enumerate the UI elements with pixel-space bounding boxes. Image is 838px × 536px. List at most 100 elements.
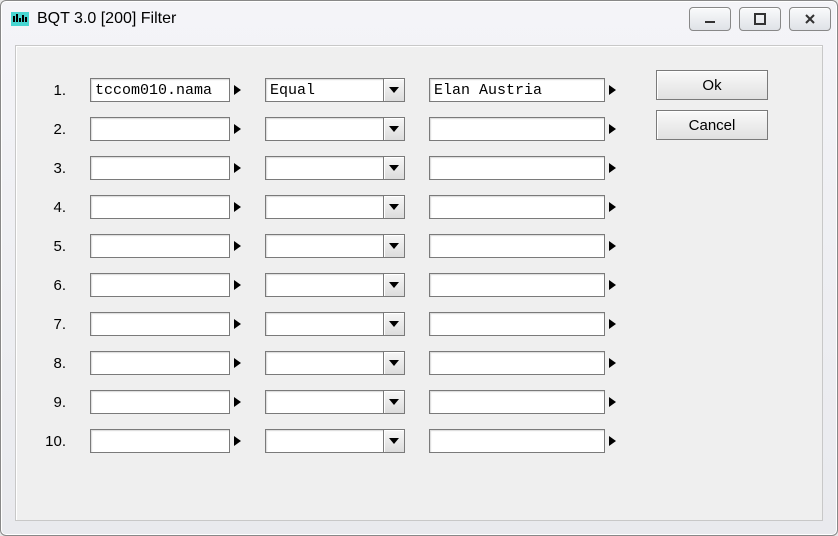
operator-input[interactable] bbox=[265, 351, 383, 375]
field-picker-icon[interactable] bbox=[234, 397, 241, 407]
operator-dropdown-button[interactable] bbox=[383, 195, 405, 219]
row-number: 4. bbox=[40, 199, 66, 216]
row-number: 5. bbox=[40, 238, 66, 255]
field-picker-icon[interactable] bbox=[234, 124, 241, 134]
field-picker-icon[interactable] bbox=[234, 163, 241, 173]
operator-combo bbox=[265, 234, 405, 258]
field-column-group bbox=[90, 156, 241, 180]
value-column-group bbox=[429, 195, 616, 219]
value-picker-icon[interactable] bbox=[609, 124, 616, 134]
operator-input[interactable] bbox=[265, 156, 383, 180]
field-input[interactable] bbox=[90, 78, 230, 102]
value-input[interactable] bbox=[429, 156, 605, 180]
field-picker-icon[interactable] bbox=[234, 280, 241, 290]
value-picker-icon[interactable] bbox=[609, 85, 616, 95]
operator-dropdown-button[interactable] bbox=[383, 351, 405, 375]
field-column-group bbox=[90, 117, 241, 141]
operator-dropdown-button[interactable] bbox=[383, 273, 405, 297]
operator-dropdown-button[interactable] bbox=[383, 234, 405, 258]
maximize-button[interactable] bbox=[739, 7, 781, 31]
value-input[interactable] bbox=[429, 195, 605, 219]
operator-dropdown-button[interactable] bbox=[383, 156, 405, 180]
operator-combo bbox=[265, 117, 405, 141]
field-picker-icon[interactable] bbox=[234, 202, 241, 212]
value-column-group bbox=[429, 156, 616, 180]
field-input[interactable] bbox=[90, 351, 230, 375]
minimize-button[interactable] bbox=[689, 7, 731, 31]
value-picker-icon[interactable] bbox=[609, 163, 616, 173]
value-picker-icon[interactable] bbox=[609, 202, 616, 212]
chevron-down-icon bbox=[389, 165, 399, 171]
operator-input[interactable] bbox=[265, 78, 383, 102]
close-button[interactable] bbox=[789, 7, 831, 31]
chevron-down-icon bbox=[389, 126, 399, 132]
field-column-group bbox=[90, 390, 241, 414]
value-picker-icon[interactable] bbox=[609, 280, 616, 290]
filter-row: 4. bbox=[40, 193, 616, 221]
field-column-group bbox=[90, 273, 241, 297]
field-column-group bbox=[90, 429, 241, 453]
chevron-down-icon bbox=[389, 360, 399, 366]
row-number: 1. bbox=[40, 82, 66, 99]
value-picker-icon[interactable] bbox=[609, 397, 616, 407]
operator-input[interactable] bbox=[265, 429, 383, 453]
operator-dropdown-button[interactable] bbox=[383, 390, 405, 414]
filter-row: 1. bbox=[40, 76, 616, 104]
filter-row: 6. bbox=[40, 271, 616, 299]
titlebar[interactable]: BQT 3.0 [200] Filter bbox=[1, 1, 837, 37]
row-number: 7. bbox=[40, 316, 66, 333]
value-input[interactable] bbox=[429, 78, 605, 102]
operator-dropdown-button[interactable] bbox=[383, 429, 405, 453]
field-input[interactable] bbox=[90, 117, 230, 141]
field-input[interactable] bbox=[90, 312, 230, 336]
value-input[interactable] bbox=[429, 312, 605, 336]
value-input[interactable] bbox=[429, 429, 605, 453]
operator-dropdown-button[interactable] bbox=[383, 78, 405, 102]
field-input[interactable] bbox=[90, 273, 230, 297]
operator-input[interactable] bbox=[265, 195, 383, 219]
field-column-group bbox=[90, 234, 241, 258]
value-column-group bbox=[429, 117, 616, 141]
field-input[interactable] bbox=[90, 429, 230, 453]
field-column-group bbox=[90, 351, 241, 375]
field-input[interactable] bbox=[90, 156, 230, 180]
value-input[interactable] bbox=[429, 351, 605, 375]
field-input[interactable] bbox=[90, 390, 230, 414]
operator-combo bbox=[265, 429, 405, 453]
window-title: BQT 3.0 [200] Filter bbox=[37, 10, 689, 28]
filter-window: BQT 3.0 [200] Filter 1.2.3.4.5.6.7.8.9.1… bbox=[0, 0, 838, 536]
field-picker-icon[interactable] bbox=[234, 85, 241, 95]
operator-combo bbox=[265, 351, 405, 375]
field-picker-icon[interactable] bbox=[234, 436, 241, 446]
row-number: 3. bbox=[40, 160, 66, 177]
field-picker-icon[interactable] bbox=[234, 241, 241, 251]
value-input[interactable] bbox=[429, 390, 605, 414]
value-input[interactable] bbox=[429, 273, 605, 297]
value-picker-icon[interactable] bbox=[609, 319, 616, 329]
operator-combo bbox=[265, 273, 405, 297]
field-input[interactable] bbox=[90, 234, 230, 258]
chevron-down-icon bbox=[389, 204, 399, 210]
operator-input[interactable] bbox=[265, 312, 383, 336]
value-input[interactable] bbox=[429, 234, 605, 258]
value-input[interactable] bbox=[429, 117, 605, 141]
field-picker-icon[interactable] bbox=[234, 319, 241, 329]
operator-input[interactable] bbox=[265, 390, 383, 414]
value-column-group bbox=[429, 390, 616, 414]
operator-input[interactable] bbox=[265, 234, 383, 258]
cancel-button[interactable]: Cancel bbox=[656, 110, 768, 140]
chevron-down-icon bbox=[389, 321, 399, 327]
field-column-group bbox=[90, 312, 241, 336]
operator-dropdown-button[interactable] bbox=[383, 117, 405, 141]
value-picker-icon[interactable] bbox=[609, 241, 616, 251]
operator-input[interactable] bbox=[265, 273, 383, 297]
field-input[interactable] bbox=[90, 195, 230, 219]
field-picker-icon[interactable] bbox=[234, 358, 241, 368]
operator-dropdown-button[interactable] bbox=[383, 312, 405, 336]
value-picker-icon[interactable] bbox=[609, 436, 616, 446]
row-number: 9. bbox=[40, 394, 66, 411]
ok-button[interactable]: Ok bbox=[656, 70, 768, 100]
operator-input[interactable] bbox=[265, 117, 383, 141]
value-picker-icon[interactable] bbox=[609, 358, 616, 368]
filter-row: 10. bbox=[40, 427, 616, 455]
